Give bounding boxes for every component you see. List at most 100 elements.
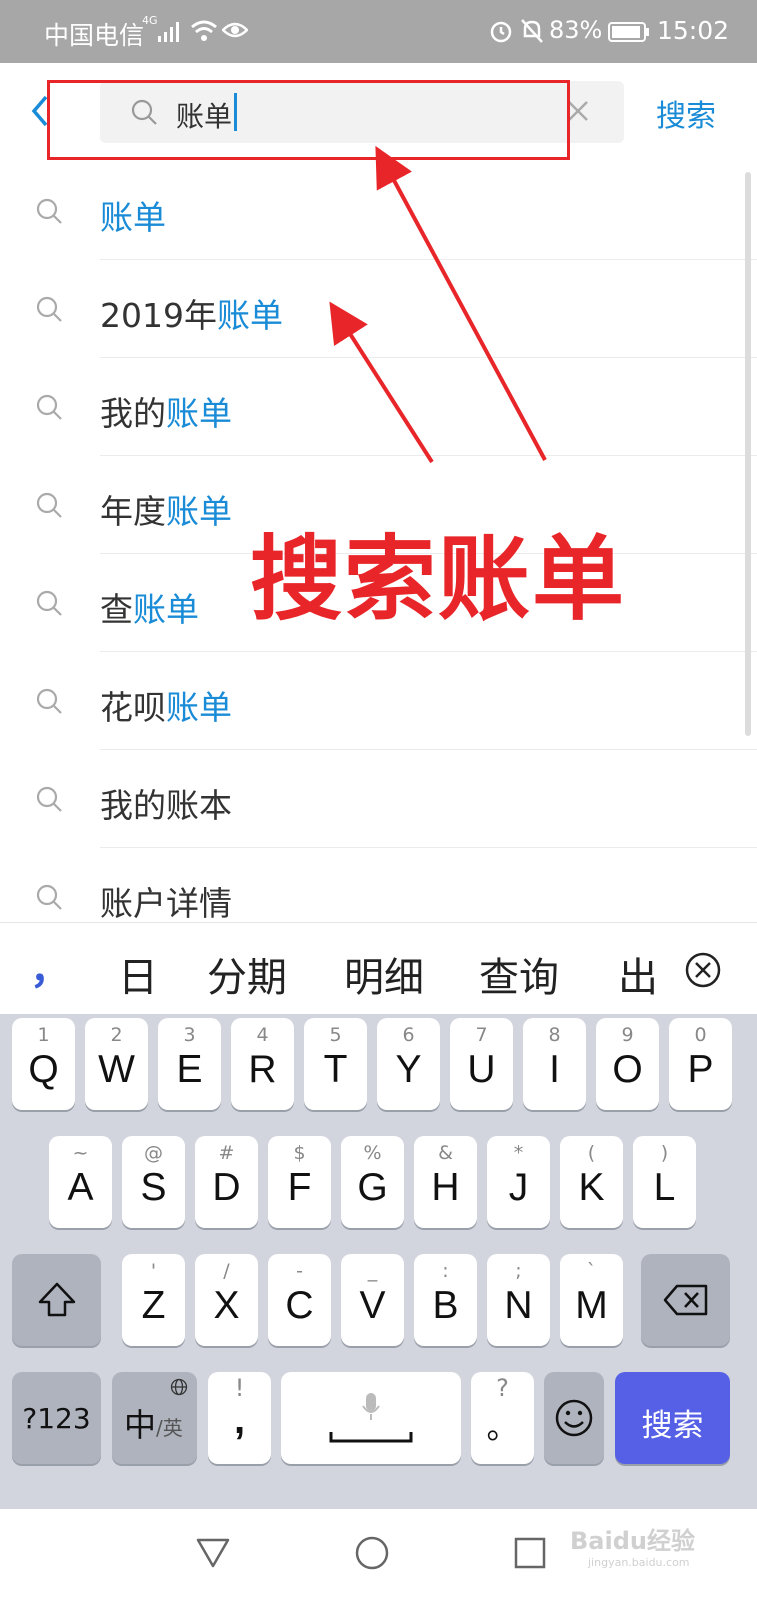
search-icon: [36, 394, 62, 420]
suggestion-highlight: 账单: [166, 394, 232, 433]
status-bar: 中国电信 4G 83% 15:02: [0, 0, 757, 63]
key-f[interactable]: $ F: [268, 1136, 331, 1228]
suggestion-item[interactable]: 我的账本: [0, 748, 757, 848]
suggestion-prefix: 年度: [100, 492, 166, 531]
space-key[interactable]: [281, 1372, 461, 1464]
key-c[interactable]: -C: [268, 1254, 331, 1346]
suggestion-highlight: 账单: [166, 492, 232, 531]
candidate-item[interactable]: 查询: [479, 945, 559, 1003]
suggestion-item[interactable]: 我的账单: [0, 356, 757, 456]
suggestion-prefix: 我的: [100, 394, 166, 433]
suggestion-prefix: 2019年: [100, 296, 217, 335]
language-switch-key[interactable]: 中 /英: [112, 1372, 197, 1464]
battery-percent: 83%: [549, 16, 603, 44]
suggestion-item[interactable]: 2019年账单: [0, 258, 757, 358]
suggestion-label: 查账单: [100, 583, 199, 631]
key-w[interactable]: 2W: [85, 1018, 148, 1110]
key-q[interactable]: 1Q: [12, 1018, 75, 1110]
key-l[interactable]: ) L: [633, 1136, 696, 1228]
network-type: 4G: [142, 14, 158, 27]
search-button[interactable]: 搜索: [656, 91, 716, 135]
suggestion-label: 我的账本: [100, 779, 232, 827]
suggestion-prefix: 查: [100, 590, 133, 629]
navigation-bar: Baidu经验 jingyan.baidu.com: [0, 1509, 757, 1600]
search-icon: [36, 786, 62, 812]
key-u[interactable]: 7U: [450, 1018, 513, 1110]
suggestion-label: 年度账单: [100, 485, 232, 533]
suggestion-label: 账户详情: [100, 877, 232, 920]
battery-icon: [608, 22, 649, 42]
suggestion-prefix: 花呗: [100, 688, 166, 727]
mute-bell-icon: [521, 19, 543, 43]
shift-key[interactable]: [12, 1254, 101, 1346]
key-i[interactable]: 8I: [523, 1018, 586, 1110]
suggestion-item[interactable]: 账户详情: [0, 846, 757, 920]
key-v[interactable]: _ V: [341, 1254, 404, 1346]
key-j[interactable]: * J: [487, 1136, 550, 1228]
annotation-text: 搜索账单: [250, 526, 627, 633]
alarm-icon: [490, 21, 512, 43]
key-h[interactable]: & H: [414, 1136, 477, 1228]
suggestion-highlight: 账单: [166, 688, 232, 727]
scrollbar[interactable]: [745, 172, 751, 736]
suggestion-label: 我的账单: [100, 387, 232, 435]
suggestion-prefix: 账户详情: [100, 884, 232, 920]
nav-back-icon[interactable]: [196, 1537, 230, 1569]
suggestion-item[interactable]: 账单: [0, 160, 757, 260]
candidate-punctuation[interactable]: ，: [30, 937, 70, 995]
signal-icon: [158, 22, 179, 42]
microphone-icon: [362, 1393, 380, 1420]
wifi-icon: [191, 20, 217, 41]
suggestion-item[interactable]: 花呗账单: [0, 650, 757, 750]
search-icon: [36, 492, 62, 518]
suggestion-highlight: 账单: [100, 198, 166, 237]
key-y[interactable]: 6Y: [377, 1018, 440, 1110]
close-candidates-icon[interactable]: [684, 951, 722, 989]
key-d[interactable]: # D: [195, 1136, 258, 1228]
soft-keyboard: 1Q2W3E4R5T6Y7U8I9O0P ~ A @ S # D $ F% G & H * J(K) L …: [0, 1014, 757, 1509]
key-p[interactable]: 0P: [669, 1018, 732, 1110]
candidate-item[interactable]: 明细: [344, 945, 424, 1003]
key-n[interactable]: ; N: [487, 1254, 550, 1346]
key-z[interactable]: ' Z: [122, 1254, 185, 1346]
carrier-name: 中国电信: [44, 21, 145, 50]
key-t[interactable]: 5T: [304, 1018, 367, 1110]
numbers-key[interactable]: ?123: [12, 1372, 101, 1464]
key-b[interactable]: :B: [414, 1254, 477, 1346]
search-icon: [36, 296, 62, 322]
key-m[interactable]: ` M: [560, 1254, 623, 1346]
key-e[interactable]: 3E: [158, 1018, 221, 1110]
nav-recent-apps-icon[interactable]: [514, 1537, 546, 1569]
key-x[interactable]: / X: [195, 1254, 258, 1346]
key-g[interactable]: % G: [341, 1136, 404, 1228]
search-icon: [36, 884, 62, 910]
nav-home-icon[interactable]: [354, 1535, 390, 1571]
suggestion-highlight: 账单: [133, 590, 199, 629]
suggestion-prefix: 我的账本: [100, 786, 232, 825]
emoji-key[interactable]: [544, 1372, 604, 1464]
key-s[interactable]: @ S: [122, 1136, 185, 1228]
candidate-item-clipped[interactable]: 出: [618, 945, 656, 995]
key-o[interactable]: 9O: [596, 1018, 659, 1110]
ime-candidate-bar: ， 日 分期 明细 查询 出: [0, 922, 757, 1014]
clock: 15:02: [657, 16, 730, 45]
space-bar-icon: [329, 1432, 413, 1443]
key-r[interactable]: 4R: [231, 1018, 294, 1110]
backspace-key[interactable]: [641, 1254, 730, 1346]
search-enter-key[interactable]: 搜索: [615, 1372, 730, 1464]
watermark: Baidu经验 jingyan.baidu.com: [570, 1527, 695, 1569]
key-a[interactable]: ~ A: [49, 1136, 112, 1228]
period-key[interactable]: ? 。: [471, 1372, 534, 1464]
emoji-icon: [555, 1399, 593, 1437]
search-icon: [36, 590, 62, 616]
comma-key[interactable]: ! ,: [208, 1372, 271, 1464]
key-k[interactable]: (K: [560, 1136, 623, 1228]
suggestion-label: 账单: [100, 191, 166, 239]
backspace-icon: [663, 1284, 708, 1316]
annotation-highlight-box: [47, 80, 570, 160]
globe-icon: [170, 1378, 188, 1396]
suggestion-label: 花呗账单: [100, 681, 232, 729]
candidate-item[interactable]: 分期: [207, 945, 287, 1003]
suggestion-label: 2019年账单: [100, 289, 283, 337]
candidate-item[interactable]: 日: [118, 945, 158, 1003]
